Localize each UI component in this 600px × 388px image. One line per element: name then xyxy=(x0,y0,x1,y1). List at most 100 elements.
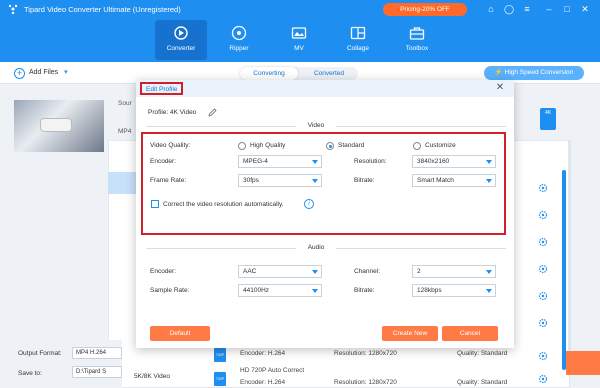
selected-category-row[interactable] xyxy=(108,172,136,194)
gear-icon[interactable] xyxy=(538,264,548,274)
tab-converted[interactable]: Converted xyxy=(300,67,358,80)
gear-icon[interactable] xyxy=(538,318,548,328)
video-thumbnail[interactable] xyxy=(14,100,104,152)
sample-rate-select[interactable]: 44100Hz xyxy=(238,284,322,297)
app-title: Tipard Video Converter Ultimate (Unregis… xyxy=(24,5,181,14)
row-encoder: Encoder: H.264 xyxy=(240,350,286,357)
gear-icon[interactable] xyxy=(538,291,548,301)
tab-ripper[interactable]: Ripper xyxy=(213,20,265,60)
channel-select[interactable]: 2 xyxy=(412,265,496,278)
video-bitrate-value: Smart Match xyxy=(417,177,454,184)
frame-rate-value: 30fps xyxy=(243,177,259,184)
resolution-value: 3840x2160 xyxy=(417,158,450,165)
convert-all-button[interactable] xyxy=(566,351,600,375)
add-files-label: Add Files xyxy=(29,69,59,76)
scrollbar-thumb[interactable] xyxy=(562,170,566,370)
radio-customize[interactable] xyxy=(413,142,421,150)
channel-value: 2 xyxy=(417,268,421,275)
video-encoder-select[interactable]: MPEG-4 xyxy=(238,155,322,168)
collage-icon xyxy=(350,26,366,40)
audio-encoder-value: AAC xyxy=(243,268,257,275)
gear-icon[interactable] xyxy=(538,183,548,193)
chevron-down-icon xyxy=(486,179,492,183)
close-window-icon[interactable]: ✕ xyxy=(578,3,592,15)
row-name[interactable]: HD 720P Auto Correct xyxy=(240,367,304,374)
high-speed-conversion-button[interactable]: ⚡ High Speed Conversion xyxy=(484,66,584,80)
format-label: MP4 xyxy=(118,128,132,135)
gear-icon[interactable] xyxy=(538,351,548,361)
audio-encoder-select[interactable]: AAC xyxy=(238,265,322,278)
video-quality-label: Video Quality: xyxy=(150,142,191,149)
account-icon[interactable]: ◯ xyxy=(502,3,516,15)
frame-rate-select[interactable]: 30fps xyxy=(238,174,322,187)
audio-bitrate-select[interactable]: 128kbps xyxy=(412,284,496,297)
output-format-label: Output Format: xyxy=(18,350,62,357)
converting-tabs: Converting Converted xyxy=(240,67,358,80)
info-icon[interactable]: i xyxy=(304,199,314,209)
output-format-badge[interactable]: 4K xyxy=(540,108,556,130)
tab-label: Collage xyxy=(346,45,370,52)
pricing-promo-button[interactable]: Pricing-20% OFF xyxy=(383,3,467,16)
save-to-select[interactable]: D:\Tipard S xyxy=(72,366,122,378)
format-720p-icon: 720P xyxy=(214,372,226,386)
chevron-down-icon xyxy=(486,270,492,274)
gear-icon[interactable] xyxy=(538,374,548,384)
sample-rate-value: 44100Hz xyxy=(243,287,270,294)
chevron-down-icon[interactable]: ▾ xyxy=(64,69,68,76)
chevron-down-icon xyxy=(486,160,492,164)
scrollbar-track[interactable] xyxy=(568,140,571,370)
vr-headset-image xyxy=(40,118,72,132)
radio-high-quality[interactable] xyxy=(238,142,246,150)
profile-name: Profile: 4K Video xyxy=(148,109,197,116)
tab-converter[interactable]: Converter xyxy=(155,20,207,60)
radio-standard[interactable] xyxy=(326,142,334,150)
edit-profile-dialog: Edit Profile ✕ Profile: 4K Video Video V… xyxy=(136,80,514,348)
cancel-button[interactable]: Cancel xyxy=(442,326,498,341)
tab-mv[interactable]: MV xyxy=(273,20,325,60)
mv-icon xyxy=(291,27,307,39)
video-encoder-value: MPEG-4 xyxy=(243,158,268,165)
gear-icon[interactable] xyxy=(538,237,548,247)
category-5k8k[interactable]: 5K/8K Video xyxy=(134,373,170,380)
auto-correct-checkbox[interactable] xyxy=(151,200,159,208)
video-bitrate-label: Bitrate: xyxy=(354,177,375,184)
disc-icon xyxy=(231,25,247,41)
chevron-down-icon xyxy=(312,289,318,293)
audio-section-label: Audio xyxy=(296,244,336,251)
video-bitrate-select[interactable]: Smart Match xyxy=(412,174,496,187)
row-resolution: Resolution: 1280x720 xyxy=(334,379,397,386)
radio-high-quality-label: High Quality xyxy=(250,142,286,149)
tab-toolbox[interactable]: Toolbox xyxy=(391,20,443,60)
format-badge-label: 4K xyxy=(544,110,552,116)
audio-bitrate-label: Bitrate: xyxy=(354,287,375,294)
tab-collage[interactable]: Collage xyxy=(332,20,384,60)
gift-icon[interactable]: ⌂ xyxy=(484,3,498,15)
save-to-label: Save to: xyxy=(18,370,42,377)
minimize-icon[interactable]: – xyxy=(542,3,556,15)
gear-icon[interactable] xyxy=(538,210,548,220)
tab-label: Converter xyxy=(166,45,196,52)
add-files-button[interactable]: + Add Files ▾ xyxy=(14,68,68,79)
plus-icon: + xyxy=(14,68,25,79)
chevron-down-icon xyxy=(312,160,318,164)
output-format-select[interactable]: MP4 H.264 xyxy=(72,347,122,359)
menu-icon[interactable]: ≡ xyxy=(520,3,534,15)
video-encoder-label: Encoder: xyxy=(150,158,177,165)
auto-correct-label: Correct the video resolution automatical… xyxy=(163,201,284,208)
chevron-down-icon xyxy=(312,270,318,274)
chevron-down-icon xyxy=(312,179,318,183)
create-new-button[interactable]: Create New xyxy=(382,326,438,341)
row-encoder: Encoder: H.264 xyxy=(240,379,286,386)
pencil-icon[interactable] xyxy=(208,108,217,117)
lightning-icon: ⚡ xyxy=(494,69,503,76)
close-icon[interactable]: ✕ xyxy=(494,81,506,95)
resolution-select[interactable]: 3840x2160 xyxy=(412,155,496,168)
resolution-label: Resolution: xyxy=(354,158,387,165)
dialog-title: Edit Profile xyxy=(140,82,184,95)
chevron-down-icon xyxy=(486,289,492,293)
tab-converting[interactable]: Converting xyxy=(240,67,298,80)
format-icon-label: 720P xyxy=(215,377,225,381)
tab-label: MV xyxy=(294,45,304,52)
maximize-icon[interactable]: □ xyxy=(560,3,574,15)
default-button[interactable]: Default xyxy=(150,326,210,341)
